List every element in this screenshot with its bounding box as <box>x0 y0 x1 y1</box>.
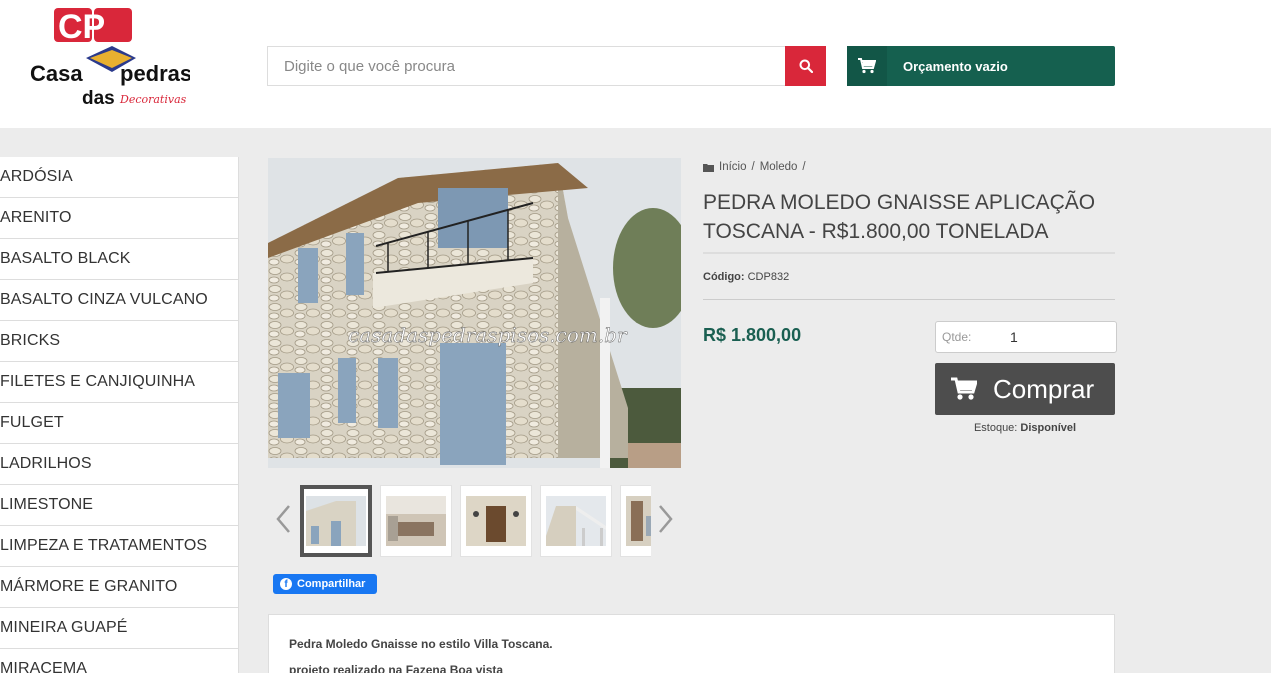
product-description: Pedra Moledo Gnaisse no estilo Villa Tos… <box>268 614 1115 673</box>
facebook-icon: f <box>280 578 292 590</box>
breadcrumb-separator: / <box>802 161 806 173</box>
site-header: CP Casa pedras das Decorativas O <box>0 0 1271 128</box>
sidebar-item-limpeza[interactable]: LIMPEZA E TRATAMENTOS <box>0 526 238 567</box>
quantity-input[interactable] <box>1010 329 1090 345</box>
sidebar-item-label: LIMPEZA E TRATAMENTOS <box>0 537 208 554</box>
sidebar-item-label: LADRILHOS <box>0 455 92 472</box>
sidebar-item-fulget[interactable]: FULGET <box>0 403 238 444</box>
search-bar <box>267 46 826 86</box>
sidebar-item-bricks[interactable]: BRICKS <box>0 321 238 362</box>
stock-value: Disponível <box>1020 422 1077 434</box>
image-watermark: casadaspedraspisos.com.br <box>348 323 628 347</box>
search-button[interactable] <box>785 46 826 86</box>
sidebar-item-label: MÁRMORE E GRANITO <box>0 578 178 595</box>
logo-letters: CP <box>58 8 105 46</box>
sidebar-item-marmore[interactable]: MÁRMORE E GRANITO <box>0 567 238 608</box>
thumbnail-1[interactable] <box>300 485 372 557</box>
cart-icon <box>951 377 977 400</box>
sidebar-item-ladrilhos[interactable]: LADRILHOS <box>0 444 238 485</box>
facebook-share-button[interactable]: f Compartilhar <box>273 574 377 594</box>
sidebar-item-limestone[interactable]: LIMESTONE <box>0 485 238 526</box>
folder-icon <box>703 163 714 172</box>
logo-word-casa: Casa <box>30 61 83 86</box>
category-sidebar: ARDÓSIA ARENITO BASALTO BLACK BASALTO CI… <box>0 157 239 673</box>
sidebar-item-label: BASALTO BLACK <box>0 250 131 267</box>
thumbnail-5[interactable] <box>620 485 651 557</box>
sidebar-item-filetes[interactable]: FILETES E CANJIQUINHA <box>0 362 238 403</box>
quote-cart-button[interactable]: Orçamento vazio <box>847 46 1115 86</box>
buy-label: Comprar <box>993 373 1095 404</box>
quote-icon-box <box>847 46 887 86</box>
sidebar-item-label: ARDÓSIA <box>0 168 73 185</box>
description-line-2: projeto realizado na Fazena Boa vista <box>289 663 504 673</box>
sidebar-item-basalto-black[interactable]: BASALTO BLACK <box>0 239 238 280</box>
sidebar-item-label: BRICKS <box>0 332 61 349</box>
code-divider <box>703 299 1115 300</box>
breadcrumb-category-link[interactable]: Moledo <box>760 161 798 173</box>
thumbnail-carousel <box>268 484 681 558</box>
quantity-field: Qtde: <box>935 321 1117 353</box>
thumbnail-viewport <box>300 484 651 558</box>
sidebar-item-label: ARENITO <box>0 209 72 226</box>
product-title: PEDRA MOLEDO GNAISSE APLICAÇÃO TOSCANA -… <box>703 191 1096 243</box>
sidebar-item-label: BASALTO CINZA VULCANO <box>0 291 208 308</box>
product-price: R$ 1.800,00 <box>703 325 802 345</box>
site-logo[interactable]: CP Casa pedras das Decorativas <box>28 6 192 114</box>
title-divider <box>703 252 1115 254</box>
sidebar-item-label: FILETES E CANJIQUINHA <box>0 373 196 390</box>
share-label: Compartilhar <box>297 578 366 590</box>
thumbnail-3[interactable] <box>460 485 532 557</box>
stock-label: Estoque: <box>973 422 1018 434</box>
quote-label: Orçamento vazio <box>903 58 1008 74</box>
description-line-1: Pedra Moledo Gnaisse no estilo Villa Tos… <box>289 637 553 651</box>
product-main-image[interactable]: casadaspedraspisos.com.br <box>268 158 681 468</box>
sidebar-item-label: MINEIRA GUAPÉ <box>0 619 128 636</box>
sidebar-item-arenito[interactable]: ARENITO <box>0 198 238 239</box>
search-input[interactable] <box>267 46 785 86</box>
product-code-label: Código: <box>703 271 745 283</box>
chevron-left-icon[interactable] <box>274 502 294 536</box>
logo-word-pedras: pedras <box>120 61 190 86</box>
logo-word-decorativas: Decorativas <box>119 93 187 106</box>
buy-button[interactable]: Comprar <box>935 363 1115 415</box>
stock-status: Estoque: Disponível <box>935 422 1115 434</box>
breadcrumb: Início / Moledo / <box>703 161 811 173</box>
thumbnail-2[interactable] <box>380 485 452 557</box>
logo-word-das: das <box>82 88 115 109</box>
search-icon <box>799 59 813 73</box>
breadcrumb-home-link[interactable]: Início <box>719 161 747 173</box>
sidebar-item-mineira-guape[interactable]: MINEIRA GUAPÉ <box>0 608 238 649</box>
sidebar-item-label: MIRACEMA <box>0 660 88 673</box>
sidebar-item-basalto-cinza-vulcano[interactable]: BASALTO CINZA VULCANO <box>0 280 238 321</box>
breadcrumb-separator: / <box>751 161 755 173</box>
product-code: Código: CDP832 <box>703 271 789 283</box>
product-code-value: CDP832 <box>747 271 790 283</box>
sidebar-item-miracema[interactable]: MIRACEMA <box>0 649 238 673</box>
cart-icon <box>858 58 876 74</box>
sidebar-item-label: LIMESTONE <box>0 496 94 513</box>
thumbnail-4[interactable] <box>540 485 612 557</box>
sidebar-item-ardosia[interactable]: ARDÓSIA <box>0 157 238 198</box>
quantity-label: Qtde: <box>942 330 972 344</box>
chevron-right-icon[interactable] <box>655 502 675 536</box>
sidebar-item-label: FULGET <box>0 414 64 431</box>
